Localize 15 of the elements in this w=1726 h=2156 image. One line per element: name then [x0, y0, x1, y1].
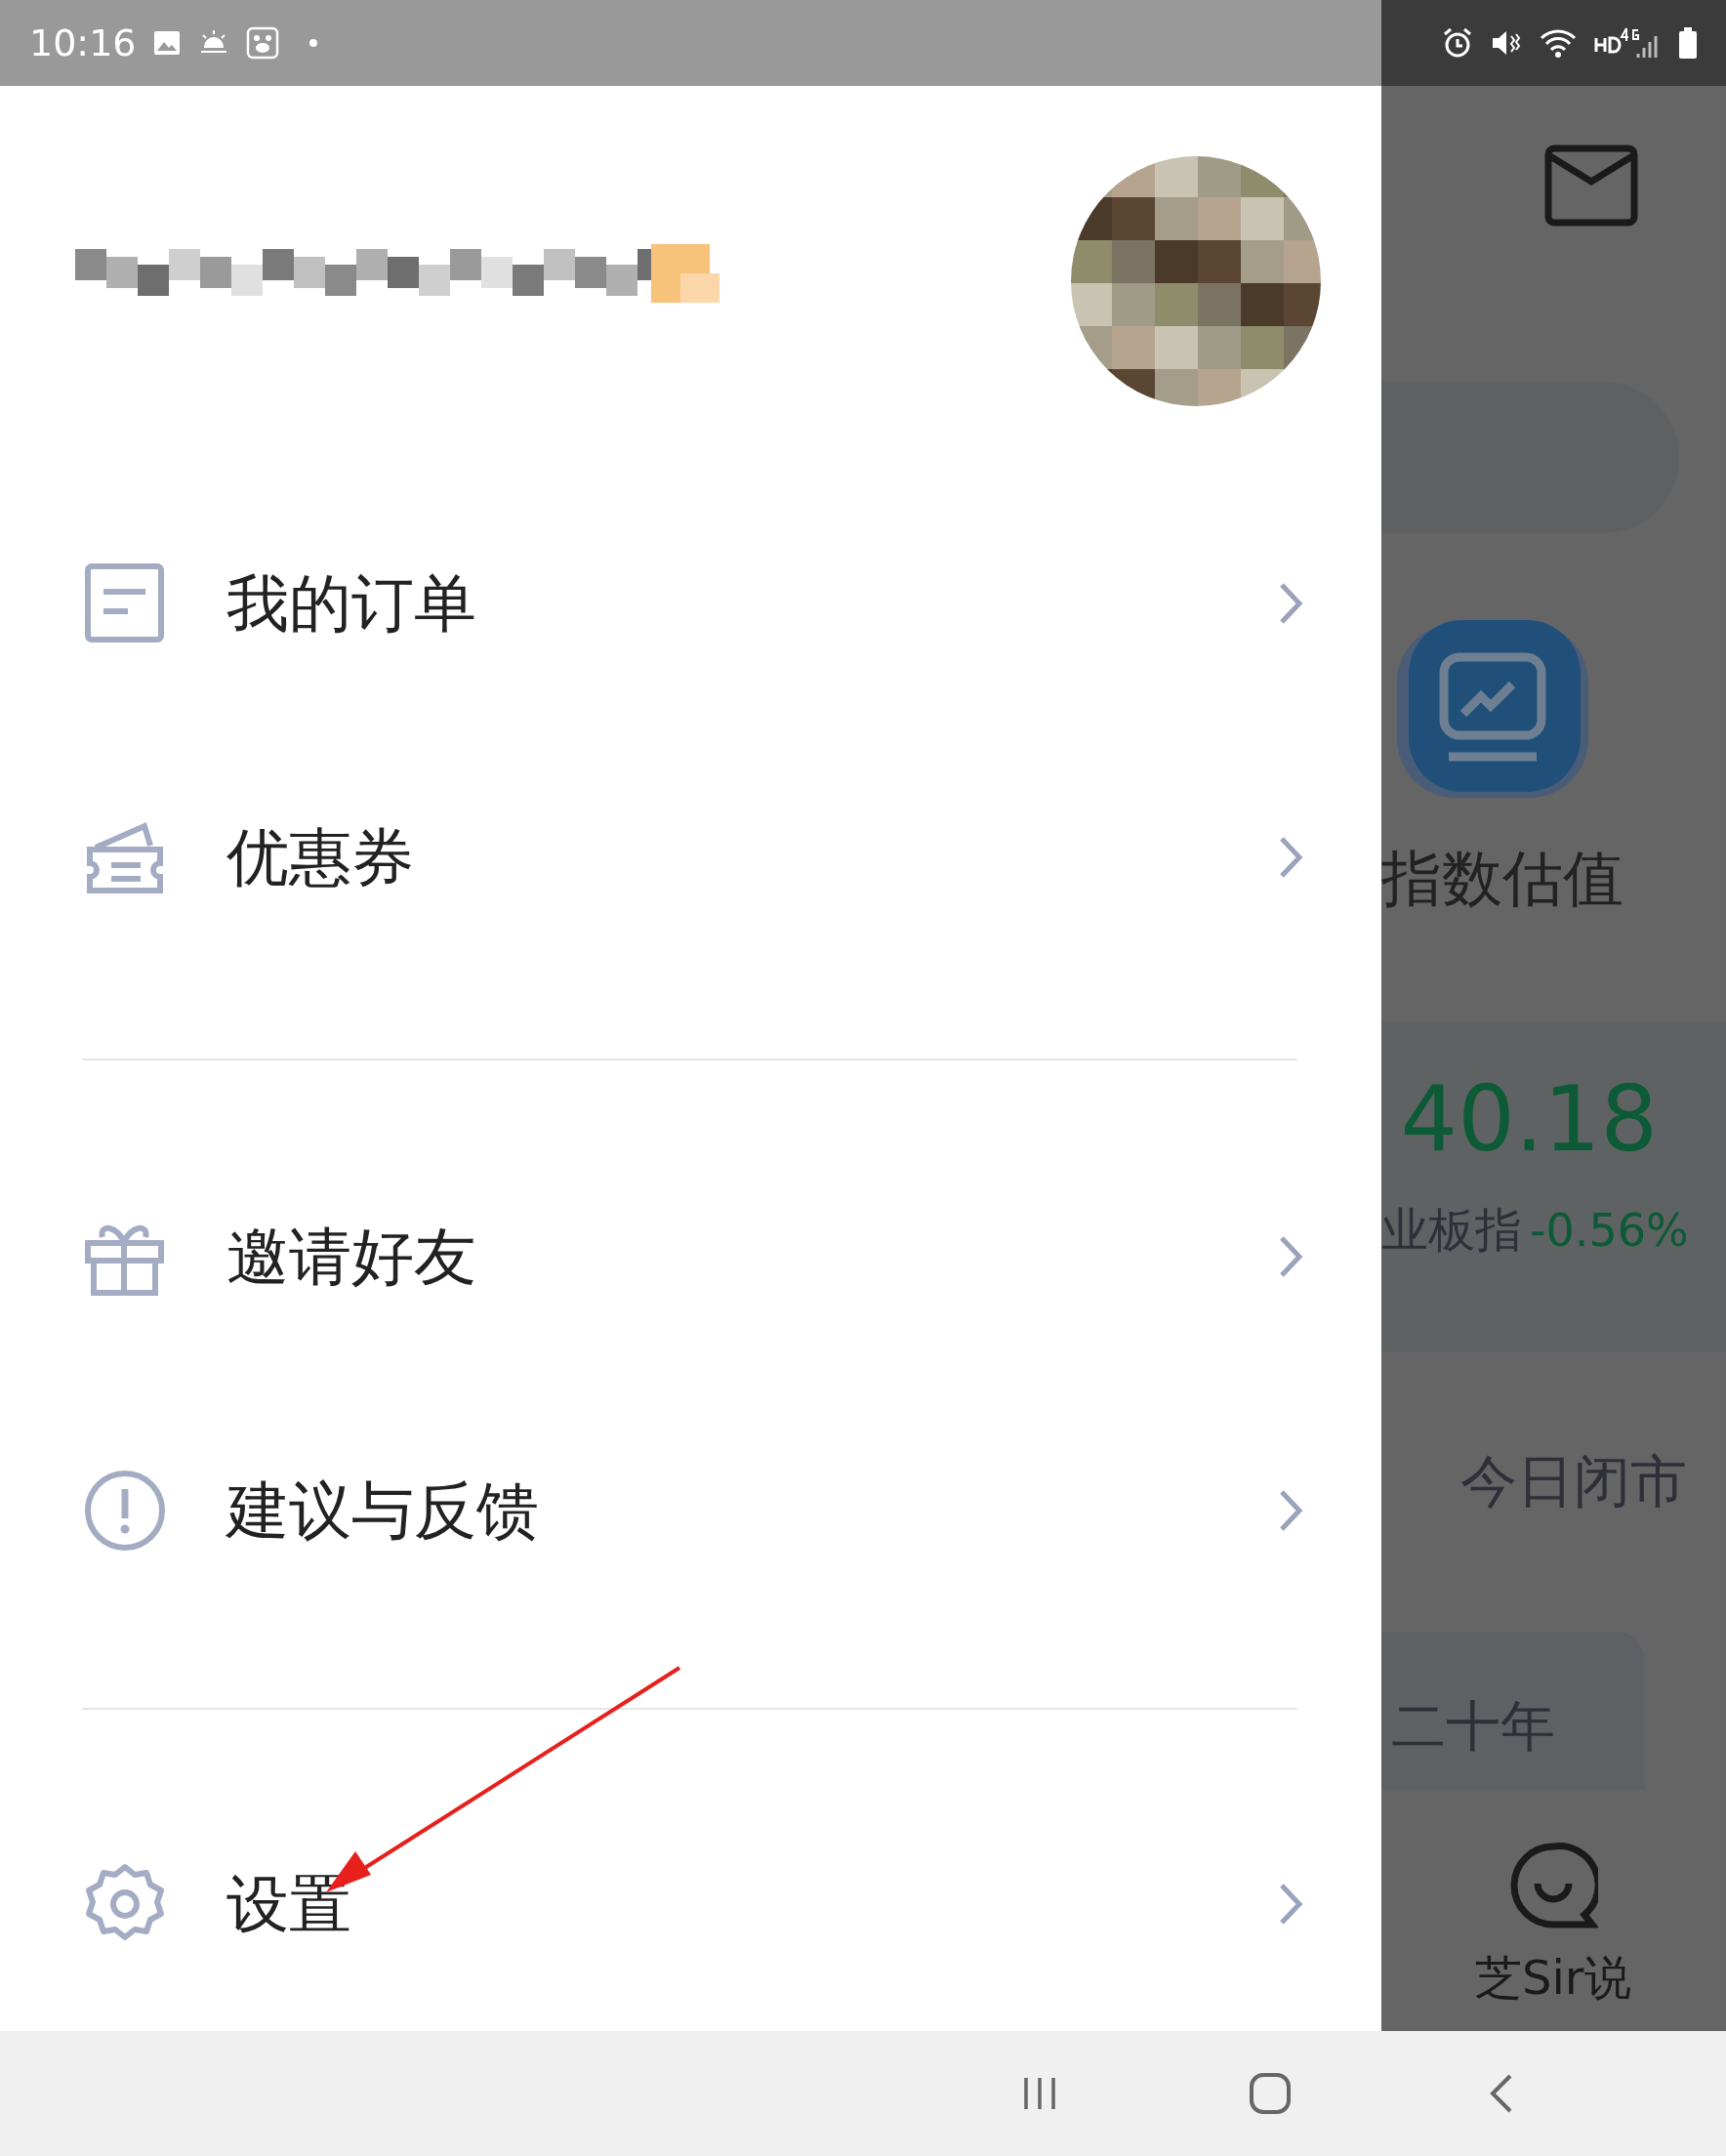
mail-icon [1544, 145, 1638, 227]
notification-dot-icon [308, 38, 318, 48]
index-value: 40.18 [1399, 1075, 1659, 1165]
alarm-icon [1441, 26, 1474, 60]
menu-item[interactable]: 邀请好友 [0, 1130, 1381, 1385]
status-time: 10:16 [29, 20, 137, 66]
wifi-icon [1539, 26, 1578, 60]
home-icon[interactable] [1249, 2072, 1292, 2115]
menu-item[interactable]: 优惠券 [0, 729, 1381, 984]
gallery-icon [151, 28, 182, 58]
battery-icon [1677, 26, 1699, 60]
menu-item[interactable]: 建议与反馈 [0, 1384, 1381, 1638]
chat-bubble-icon[interactable] [1508, 1841, 1598, 1930]
menu-item[interactable]: 我的订单 [0, 476, 1381, 730]
index-change: -0.56% [1530, 1203, 1689, 1259]
